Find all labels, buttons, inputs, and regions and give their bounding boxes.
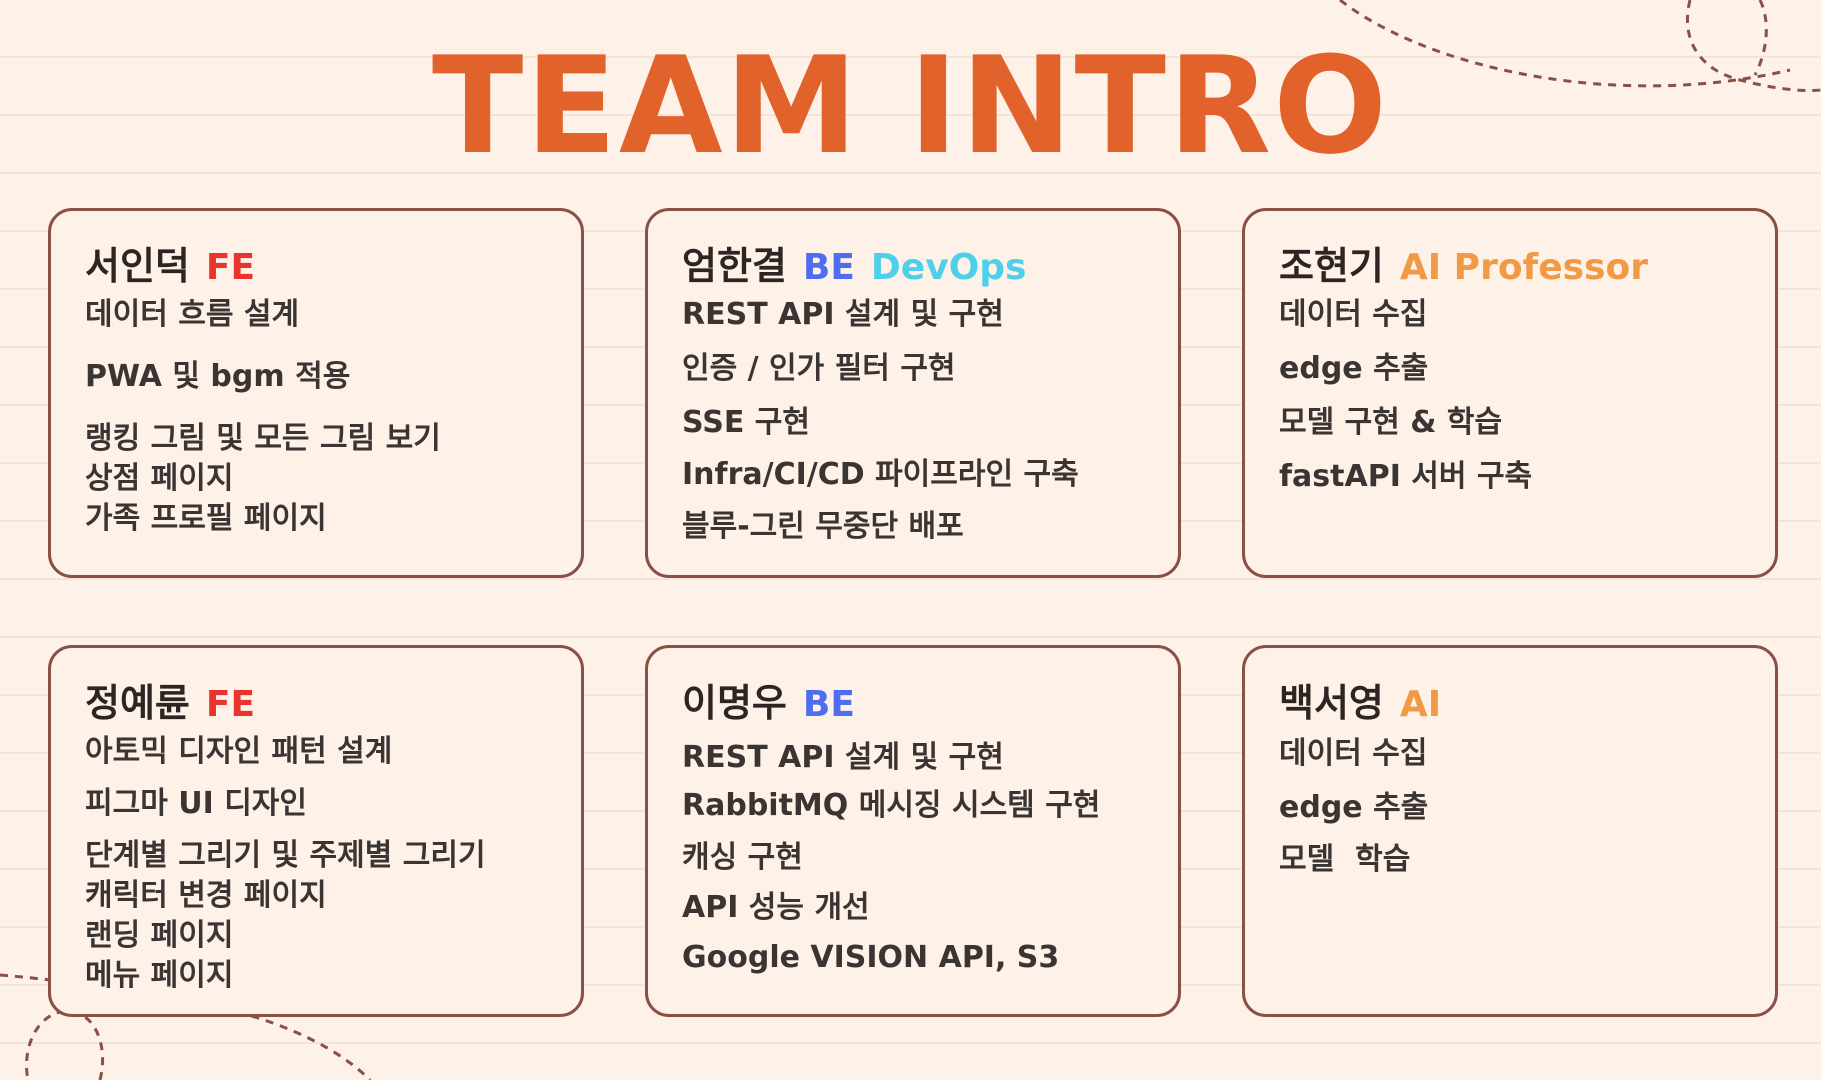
member-card-eom-hangyeol: 엄한결 BE DevOps REST API 설계 및 구현 인증 / 인가 필… (645, 208, 1181, 578)
task-item: Google VISION API, S3 (682, 940, 1060, 975)
member-name: 엄한결 (682, 244, 787, 288)
task-item: REST API 설계 및 구현 (682, 740, 1004, 775)
role-tag-be: BE (802, 684, 855, 725)
role-tag-be: BE (802, 247, 855, 288)
member-name: 서인덕 (85, 244, 190, 288)
page-title: TEAM INTRO (431, 28, 1390, 184)
task-item: 인증 / 인가 필터 구현 (682, 351, 956, 386)
task-item: SSE 구현 (682, 405, 811, 440)
task-item: 랭킹 그림 및 모든 그림 보기 (85, 421, 441, 456)
task-item: 모델 구현 & 학습 (1279, 405, 1503, 440)
member-card-header: 백서영 AI (1279, 672, 1741, 728)
task-item: RabbitMQ 메시징 시스템 구현 (682, 788, 1101, 823)
role-tag-ai: AI (1399, 684, 1442, 725)
task-item: PWA 및 bgm 적용 (85, 359, 351, 394)
task-item: 단계별 그리기 및 주제별 그리기 (85, 838, 486, 873)
member-card-jeong-yeryun: 정예륜 FE 아토믹 디자인 패턴 설계 피그마 UI 디자인 단계별 그리기 … (48, 645, 584, 1017)
dashed-circle-bottom-left (25, 1009, 105, 1080)
task-item: edge 추출 (1279, 351, 1429, 386)
member-name: 이명우 (682, 681, 787, 725)
member-name: 정예륜 (85, 681, 190, 725)
task-item: 모델 학습 (1279, 842, 1411, 877)
task-item: 캐싱 구현 (682, 840, 803, 875)
task-item: fastAPI 서버 구축 (1279, 459, 1533, 494)
task-item: 데이터 수집 (1279, 736, 1428, 771)
task-item: REST API 설계 및 구현 (682, 297, 1004, 332)
task-item: 캐릭터 변경 페이지 (85, 878, 327, 913)
task-item: Infra/CI/CD 파이프라인 구축 (682, 457, 1079, 492)
task-list: REST API 설계 및 구현 인증 / 인가 필터 구현 SSE 구현 In… (682, 295, 1144, 547)
role-tag-fe: FE (205, 684, 256, 725)
task-item: API 성능 개선 (682, 890, 870, 925)
task-list: REST API 설계 및 구현 RabbitMQ 메시징 시스템 구현 캐싱 … (682, 738, 1144, 978)
task-item: 아토믹 디자인 패턴 설계 (85, 734, 393, 769)
member-card-header: 서인덕 FE (85, 235, 547, 291)
task-item: 상점 페이지 (85, 461, 234, 496)
member-card-seo-indeok: 서인덕 FE 데이터 흐름 설계 PWA 및 bgm 적용 랭킹 그림 및 모든… (48, 208, 584, 578)
role-tag-devops: DevOps (870, 247, 1027, 288)
task-item: 랜딩 페이지 (85, 918, 234, 953)
member-card-header: 조현기 AI Professor (1279, 235, 1741, 291)
task-item: 블루-그린 무중단 배포 (682, 509, 964, 544)
member-card-jo-hyeongi: 조현기 AI Professor 데이터 수집 edge 추출 모델 구현 & … (1242, 208, 1778, 578)
task-list: 데이터 흐름 설계 PWA 및 bgm 적용 랭킹 그림 및 모든 그림 보기 … (85, 295, 547, 539)
task-item: 데이터 수집 (1279, 297, 1428, 332)
member-card-header: 엄한결 BE DevOps (682, 235, 1144, 291)
member-card-header: 이명우 BE (682, 672, 1144, 728)
task-item: 가족 프로필 페이지 (85, 501, 327, 536)
task-list: 데이터 수집 edge 추출 모델 학습 (1279, 734, 1741, 880)
member-card-header: 정예륜 FE (85, 672, 547, 728)
member-name: 조현기 (1279, 244, 1384, 288)
role-tag-fe: FE (205, 247, 256, 288)
task-item: 메뉴 페이지 (85, 958, 234, 993)
role-tag-ai-professor: AI Professor (1399, 247, 1648, 288)
member-card-lee-myeongwoo: 이명우 BE REST API 설계 및 구현 RabbitMQ 메시징 시스템… (645, 645, 1181, 1017)
task-list: 데이터 수집 edge 추출 모델 구현 & 학습 fastAPI 서버 구축 (1279, 295, 1741, 497)
member-card-baek-seoyeong: 백서영 AI 데이터 수집 edge 추출 모델 학습 (1242, 645, 1778, 1017)
task-item: 피그마 UI 디자인 (85, 786, 308, 821)
member-name: 백서영 (1279, 681, 1384, 725)
task-list: 아토믹 디자인 패턴 설계 피그마 UI 디자인 단계별 그리기 및 주제별 그… (85, 732, 547, 996)
task-item: edge 추출 (1279, 790, 1429, 825)
task-item: 데이터 흐름 설계 (85, 297, 300, 332)
